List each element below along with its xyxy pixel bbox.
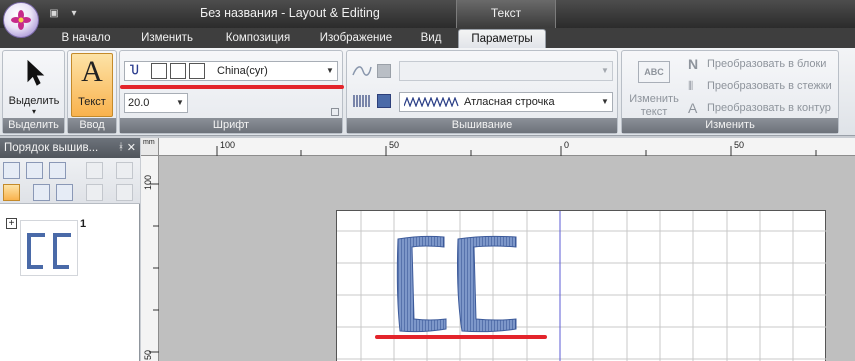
embroidery-group-label: Вышивание [347, 118, 617, 133]
move-to-bottom-icon[interactable] [56, 184, 73, 201]
tab-composition[interactable]: Композиция [214, 29, 302, 48]
change-text-label-2: текст [640, 106, 668, 118]
convert-to-outline-button[interactable]: A Преобразовать в контур [688, 99, 831, 117]
context-tab-group-title: Текст [456, 0, 556, 28]
top-ruler-ticks [216, 146, 817, 156]
modify-group: ABC Изменить текст N Преобразовать в блок… [621, 50, 839, 134]
sewing-order-thumbnail[interactable] [20, 220, 78, 276]
tab-edit[interactable]: Изменить [130, 29, 204, 48]
quick-access-dropdown-icon[interactable]: ▾ [66, 6, 82, 22]
cursor-arrow-icon [27, 59, 45, 86]
ruler-label-100: 100 [220, 140, 236, 150]
chevron-down-icon: ▼ [601, 66, 609, 75]
font-type-icon: Ⴎ [130, 65, 139, 77]
close-icon[interactable]: ✕ [127, 138, 136, 158]
abc-icon: ABC [638, 61, 670, 83]
tab-view[interactable]: Вид [412, 29, 450, 48]
panel-title: Порядок вышив... [4, 142, 99, 154]
move-up-icon[interactable] [49, 162, 66, 179]
group-view-icon[interactable] [3, 184, 20, 201]
chevron-down-icon: ▼ [176, 98, 184, 107]
chevron-down-icon: ▼ [601, 97, 609, 106]
satin-stitch-value: Атласная строчка [464, 96, 555, 108]
embroidered-text-cc[interactable] [392, 233, 532, 335]
font-size-select[interactable]: 20.0 ▼ [124, 93, 188, 113]
ruler-label-0: 0 [564, 140, 570, 150]
convert-to-outline-label: Преобразовать в контур [707, 102, 831, 114]
convert-to-blocks-label: Преобразовать в блоки [707, 58, 827, 70]
sewing-order-toolbar [0, 158, 140, 204]
select-group-label: Выделить [3, 118, 64, 133]
app-logo-icon [11, 10, 31, 30]
ribbon-tabs: В начало Изменить Композиция Изображение… [0, 28, 855, 48]
ribbon: Выделить ▾ Выделить A Текст Ввод China(c… [0, 48, 855, 136]
delete-icon[interactable] [116, 162, 133, 179]
font-name-value: China(cyr) [217, 65, 268, 77]
lock-icon[interactable] [86, 162, 103, 179]
cc-thumbnail-icon [27, 233, 71, 269]
font-group-label: Шрифт [120, 118, 342, 133]
text-tool-label: Текст [78, 96, 106, 108]
font-bold-box[interactable] [151, 63, 167, 79]
run-stitch-select[interactable]: ▼ [399, 61, 613, 81]
sewing-order-header: Порядок вышив... ᚼ ✕ [0, 138, 140, 158]
change-text-button[interactable]: ABC Изменить текст [624, 53, 684, 118]
font-size-value: 20.0 [128, 97, 150, 109]
ruler-unit-corner: mm [141, 138, 159, 156]
input-group-label: Ввод [68, 118, 116, 133]
pointer-icon[interactable] [116, 184, 133, 201]
application-menu-button[interactable] [3, 2, 39, 38]
blocks-icon: N [688, 56, 699, 73]
text-a-icon: A [81, 55, 103, 88]
save-icon[interactable]: ▣ [46, 6, 62, 22]
convert-to-stitches-button[interactable]: ⦀ Преобразовать в стежки [688, 77, 832, 95]
move-to-top-icon[interactable] [26, 162, 43, 179]
ruler-label-50: 50 [389, 140, 400, 150]
modify-group-label: Изменить [622, 118, 838, 133]
tab-image[interactable]: Изображение [310, 29, 402, 48]
move-down-icon[interactable] [33, 184, 50, 201]
run-stitch-icon [352, 66, 372, 76]
select-button[interactable]: Выделить ▾ [5, 53, 63, 117]
sewing-order-panel: Порядок вышив... ᚼ ✕ + 1 [0, 138, 140, 361]
input-group: A Текст Ввод [67, 50, 117, 134]
satin-color-box[interactable] [377, 94, 391, 108]
select-group: Выделить ▾ Выделить [2, 50, 65, 134]
design-canvas[interactable]: 100 50 0 50 mm 100 50 [141, 138, 855, 361]
ruler-label-50-right: 50 [734, 140, 745, 150]
tab-parameters[interactable]: Параметры [458, 29, 546, 48]
run-color-box[interactable] [377, 64, 391, 78]
embroidery-group: ▼ Атласная строчка ▼ Вышивание [346, 50, 618, 134]
dialog-launcher-icon[interactable] [331, 108, 339, 116]
convert-to-blocks-button[interactable]: N Преобразовать в блоки [688, 55, 826, 73]
satin-stitch-select[interactable]: Атласная строчка ▼ [399, 92, 613, 112]
font-italic-box[interactable] [170, 63, 186, 79]
cut-icon[interactable] [86, 184, 103, 201]
left-ruler: 100 50 [141, 156, 159, 361]
window-title: Без названия - Layout & Editing [200, 6, 380, 20]
thumbnail-number: 1 [80, 218, 87, 230]
stitches-icon: ⦀ [688, 79, 694, 94]
ruler-left-label-100: 100 [143, 174, 153, 190]
pin-icon[interactable]: ᚼ [118, 138, 124, 158]
fit-icon[interactable] [3, 162, 20, 179]
top-ruler: 100 50 0 50 [141, 138, 855, 156]
expand-toggle[interactable]: + [6, 218, 17, 229]
font-group: China(cyr) ▼ Ⴎ 20.0 ▼ Шрифт [119, 50, 344, 134]
ruler-left-label-50: 50 [143, 349, 153, 360]
tab-home[interactable]: В начало [52, 29, 120, 48]
select-button-label: Выделить [8, 95, 60, 107]
text-tool-button[interactable]: A Текст [71, 53, 113, 117]
satin-stitch-icon [353, 95, 370, 107]
change-text-label-1: Изменить [629, 93, 679, 105]
outline-a-icon: A [688, 100, 698, 117]
convert-to-stitches-label: Преобразовать в стежки [707, 80, 832, 92]
font-underline-box[interactable] [189, 63, 205, 79]
chevron-down-icon: ▼ [326, 66, 334, 75]
title-bar: ▣ ▾ Без названия - Layout & Editing Текс… [0, 0, 855, 28]
zigzag-icon [404, 97, 459, 107]
highlight-underline-canvas [375, 335, 547, 339]
chevron-down-icon: ▾ [31, 107, 36, 116]
highlight-underline [120, 85, 344, 89]
